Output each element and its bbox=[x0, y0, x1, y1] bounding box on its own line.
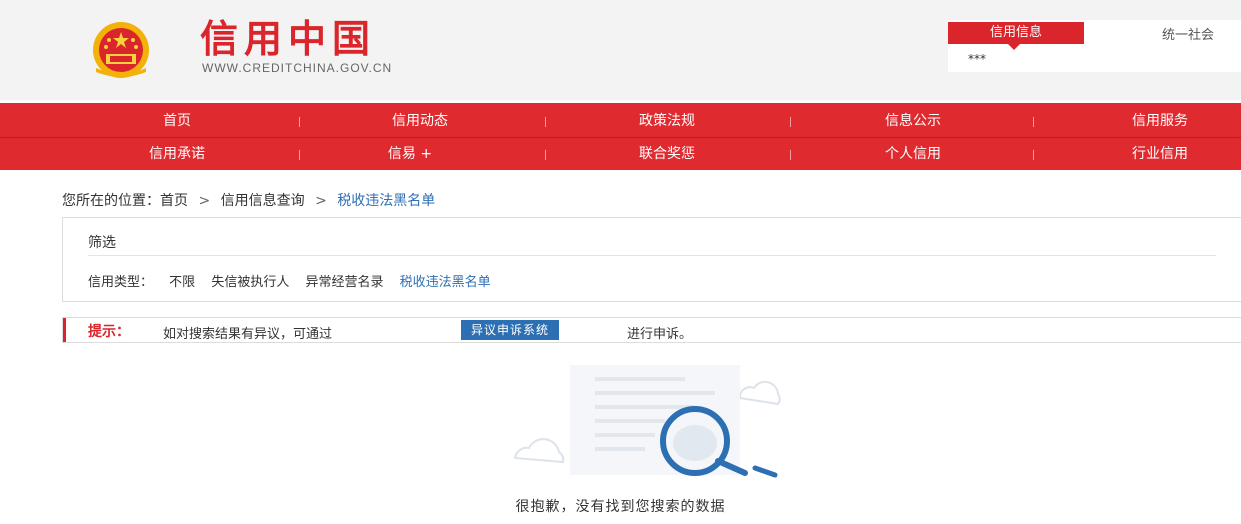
filter-option-abnormal-operation[interactable]: 异常经营名录 bbox=[305, 275, 383, 290]
no-results-illustration bbox=[513, 365, 781, 478]
tip-accent-bar bbox=[63, 318, 66, 342]
nav-separator bbox=[299, 150, 300, 160]
nav-separator bbox=[790, 117, 791, 127]
breadcrumb-separator: > bbox=[315, 193, 327, 209]
tip-text: 如对搜索结果有异议，可通过 bbox=[163, 327, 333, 342]
breadcrumb-current: 税收违法黑名单 bbox=[337, 193, 436, 209]
site-header: 信用中国 WWW.CREDITCHINA.GOV.CN 信用信息 统一社会 **… bbox=[0, 0, 1241, 100]
tip-text-suffix: 进行申诉。 bbox=[627, 327, 693, 342]
search-tab-unified-code[interactable]: 统一社会 bbox=[1162, 24, 1214, 43]
filter-option-dishonest-debtor[interactable]: 失信被执行人 bbox=[211, 275, 289, 290]
nav-item-industry-credit[interactable]: 行业信用 bbox=[1080, 138, 1240, 171]
tip-bar: 提示： 如对搜索结果有异议，可通过 异议申诉系统 进行申诉。 bbox=[62, 317, 1241, 343]
breadcrumb-separator: > bbox=[198, 193, 211, 209]
breadcrumb-home[interactable]: 您所在的位置：首页 bbox=[62, 193, 188, 209]
nav-separator bbox=[790, 150, 791, 160]
nav-item-disclosure[interactable]: 信息公示 bbox=[833, 105, 993, 138]
search-input[interactable]: *** bbox=[968, 52, 986, 66]
nav-separator bbox=[545, 117, 546, 127]
breadcrumb: 您所在的位置：首页 > 信用信息查询 > 税收违法黑名单 bbox=[62, 190, 435, 210]
nav-item-credit-service[interactable]: 信用服务 bbox=[1080, 105, 1240, 138]
nav-row-2: 信用承诺 信易 + 联合奖惩 个人信用 行业信用 bbox=[0, 137, 1241, 171]
nav-item-home[interactable]: 首页 bbox=[97, 105, 257, 138]
empty-results-message: 很抱歉，没有找到您搜索的数据 bbox=[515, 499, 726, 515]
filter-divider bbox=[88, 255, 1216, 256]
filter-panel: 筛选 信用类型： 不限 失信被执行人 异常经营名录 税收违法黑名单 bbox=[62, 217, 1241, 302]
nav-separator bbox=[545, 150, 546, 160]
nav-item-credit-news[interactable]: 信用动态 bbox=[340, 105, 500, 138]
search-box[interactable]: 信用信息 统一社会 *** bbox=[948, 20, 1241, 72]
filter-credit-type-label: 信用类型： bbox=[88, 275, 154, 290]
nav-item-credit-commitment[interactable]: 信用承诺 bbox=[97, 138, 257, 171]
nav-separator bbox=[1033, 150, 1034, 160]
search-tab-credit-info[interactable]: 信用信息 bbox=[948, 22, 1084, 50]
nav-row-1: 首页 信用动态 政策法规 信息公示 信用服务 bbox=[0, 105, 1241, 138]
nav-separator bbox=[299, 117, 300, 127]
nav-item-policy[interactable]: 政策法规 bbox=[587, 105, 747, 138]
site-logo-title[interactable]: 信用中国 bbox=[200, 14, 376, 64]
national-emblem-logo[interactable] bbox=[66, 20, 176, 80]
nav-separator bbox=[1033, 117, 1034, 127]
nav-item-joint-rewards[interactable]: 联合奖惩 bbox=[587, 138, 747, 171]
site-logo-url: WWW.CREDITCHINA.GOV.CN bbox=[202, 61, 393, 75]
filter-option-tax-blacklist[interactable]: 税收违法黑名单 bbox=[400, 275, 491, 290]
filter-credit-type-row: 信用类型： 不限 失信被执行人 异常经营名录 税收违法黑名单 bbox=[88, 271, 503, 290]
filter-option-all[interactable]: 不限 bbox=[169, 275, 195, 290]
tip-label: 提示： bbox=[88, 324, 130, 340]
main-nav: 首页 信用动态 政策法规 信息公示 信用服务 信用承诺 信易 + 联合奖惩 个人… bbox=[0, 103, 1241, 170]
filter-title: 筛选 bbox=[88, 235, 116, 251]
nav-item-xinyi-plus[interactable]: 信易 + bbox=[330, 138, 490, 171]
breadcrumb-credit-query[interactable]: 信用信息查询 bbox=[221, 193, 305, 209]
objection-appeal-button[interactable]: 异议申诉系统 bbox=[461, 320, 560, 340]
nav-item-personal-credit[interactable]: 个人信用 bbox=[833, 138, 993, 171]
